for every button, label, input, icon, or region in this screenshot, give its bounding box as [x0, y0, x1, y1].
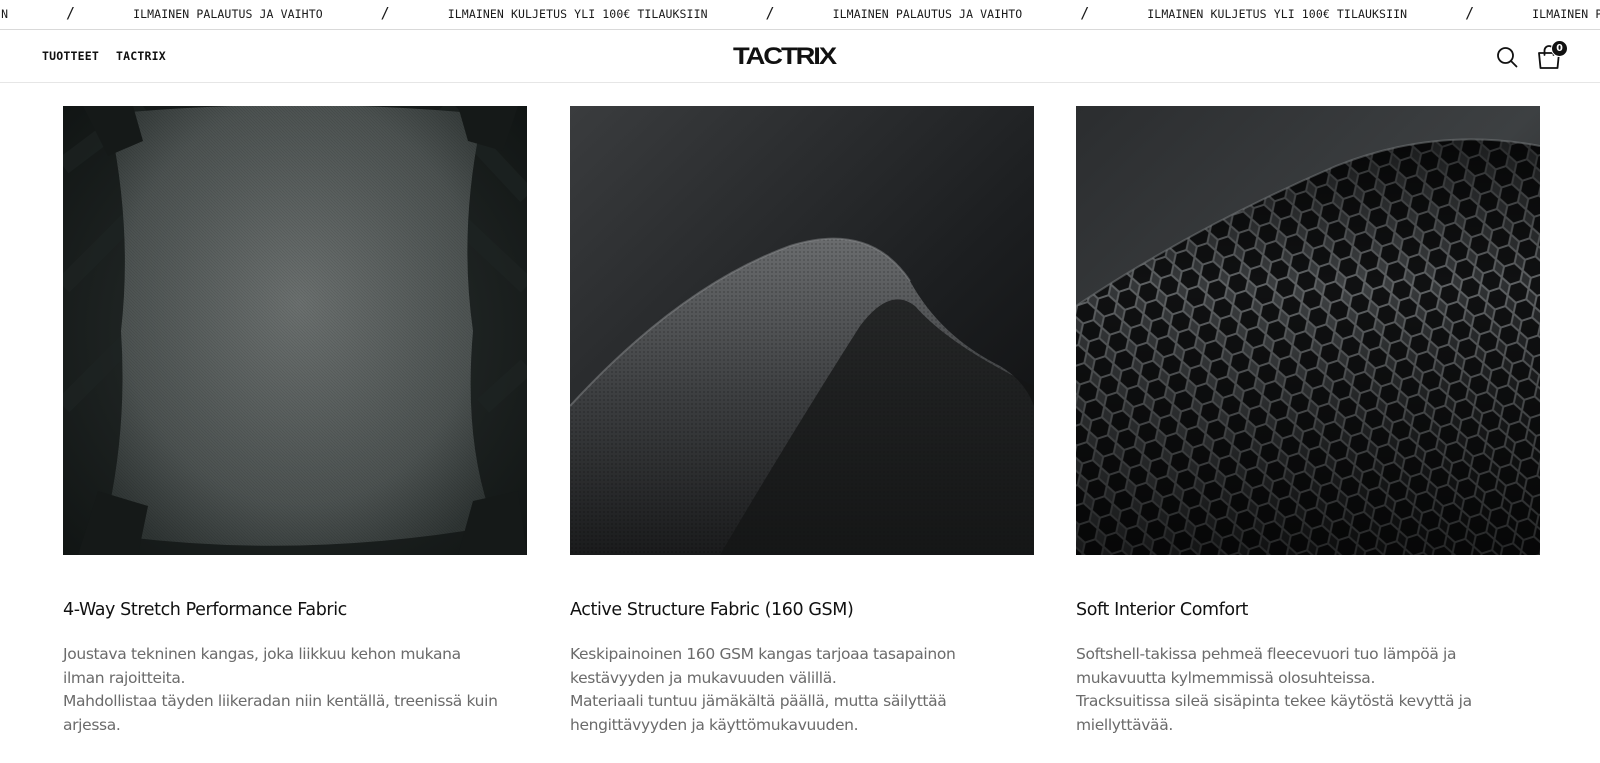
feature-description-line: Softshell-takissa pehmeä fleecevuori tuo…	[1076, 645, 1457, 687]
announcement-message: SIIN	[0, 7, 9, 21]
feature-description-line: Keskipainoinen 160 GSM kangas tarjoaa ta…	[570, 645, 956, 687]
dark-knit-fabric-fold-photo	[570, 106, 1034, 555]
announcement-separator: /	[1080, 4, 1090, 22]
nav-link-products[interactable]: TUOTTEET	[42, 49, 99, 63]
feature-card: Active Structure Fabric (160 GSM) Keskip…	[570, 106, 1034, 734]
cart-count-badge: 0	[1551, 40, 1568, 57]
announcement-message: ILMAINEN KULJETUS YLI 100€ TILAUKSIIN	[447, 7, 708, 21]
feature-card: Soft Interior Comfort Softshell-takissa …	[1076, 106, 1540, 734]
logo-text: TACTRIX	[733, 45, 837, 67]
site-logo[interactable]: TACTRIX	[733, 43, 839, 71]
logo-wordmark: TACTRIX	[733, 43, 839, 70]
search-icon	[1497, 47, 1518, 68]
nav-link-tactrix[interactable]: TACTRIX	[116, 49, 166, 63]
feature-title: Soft Interior Comfort	[1076, 600, 1248, 620]
hexagon-mesh-fabric-photo	[1076, 106, 1540, 555]
announcement-track: SIIN / ILMAINEN PALAUTUS JA VAIHTO / ILM…	[0, 4, 1600, 22]
announcement-separator: /	[380, 4, 390, 22]
announcement-separator: /	[66, 4, 76, 22]
gray-stretch-fabric-photo	[63, 106, 527, 555]
announcement-separator: /	[765, 4, 775, 22]
feature-description: Joustava tekninen kangas, joka liikkuu k…	[63, 643, 503, 737]
feature-description-line: Joustava tekninen kangas, joka liikkuu k…	[63, 645, 461, 687]
feature-description: Keskipainoinen 160 GSM kangas tarjoaa ta…	[570, 643, 1010, 737]
announcement-message: ILMAINEN PALAUTUS JA VAIHTO	[133, 7, 323, 21]
feature-title: 4-Way Stretch Performance Fabric	[63, 600, 347, 620]
announcement-message: ILMAINEN PAL	[1532, 7, 1600, 21]
stretch-fabric-illustration	[63, 106, 527, 555]
feature-title: Active Structure Fabric (160 GSM)	[570, 600, 854, 620]
cart-button[interactable]: 0	[1536, 40, 1568, 72]
feature-description-line: Materiaali tuntuu jämäkältä päällä, mutt…	[570, 692, 947, 734]
feature-description: Softshell-takissa pehmeä fleecevuori tuo…	[1076, 643, 1516, 737]
mesh-fabric-illustration	[1076, 106, 1540, 555]
header-actions: 0	[1494, 40, 1568, 72]
search-button[interactable]	[1494, 42, 1520, 72]
announcement-bar: SIIN / ILMAINEN PALAUTUS JA VAIHTO / ILM…	[0, 0, 1600, 30]
feature-description-line: Tracksuitissa sileä sisäpinta tekee käyt…	[1076, 692, 1472, 734]
feature-description-line: Mahdollistaa täyden liikeradan niin kent…	[63, 692, 498, 734]
feature-card: 4-Way Stretch Performance Fabric Joustav…	[63, 106, 527, 734]
knit-fabric-illustration	[570, 106, 1034, 555]
announcement-separator: /	[1465, 4, 1475, 22]
announcement-message: ILMAINEN PALAUTUS JA VAIHTO	[832, 7, 1023, 21]
site-header: TUOTTEET TACTRIX TACTRIX 0	[0, 30, 1600, 83]
announcement-message: ILMAINEN KULJETUS YLI 100€ TILAUKSIIN	[1147, 7, 1408, 21]
main-nav: TUOTTEET TACTRIX	[42, 49, 166, 63]
